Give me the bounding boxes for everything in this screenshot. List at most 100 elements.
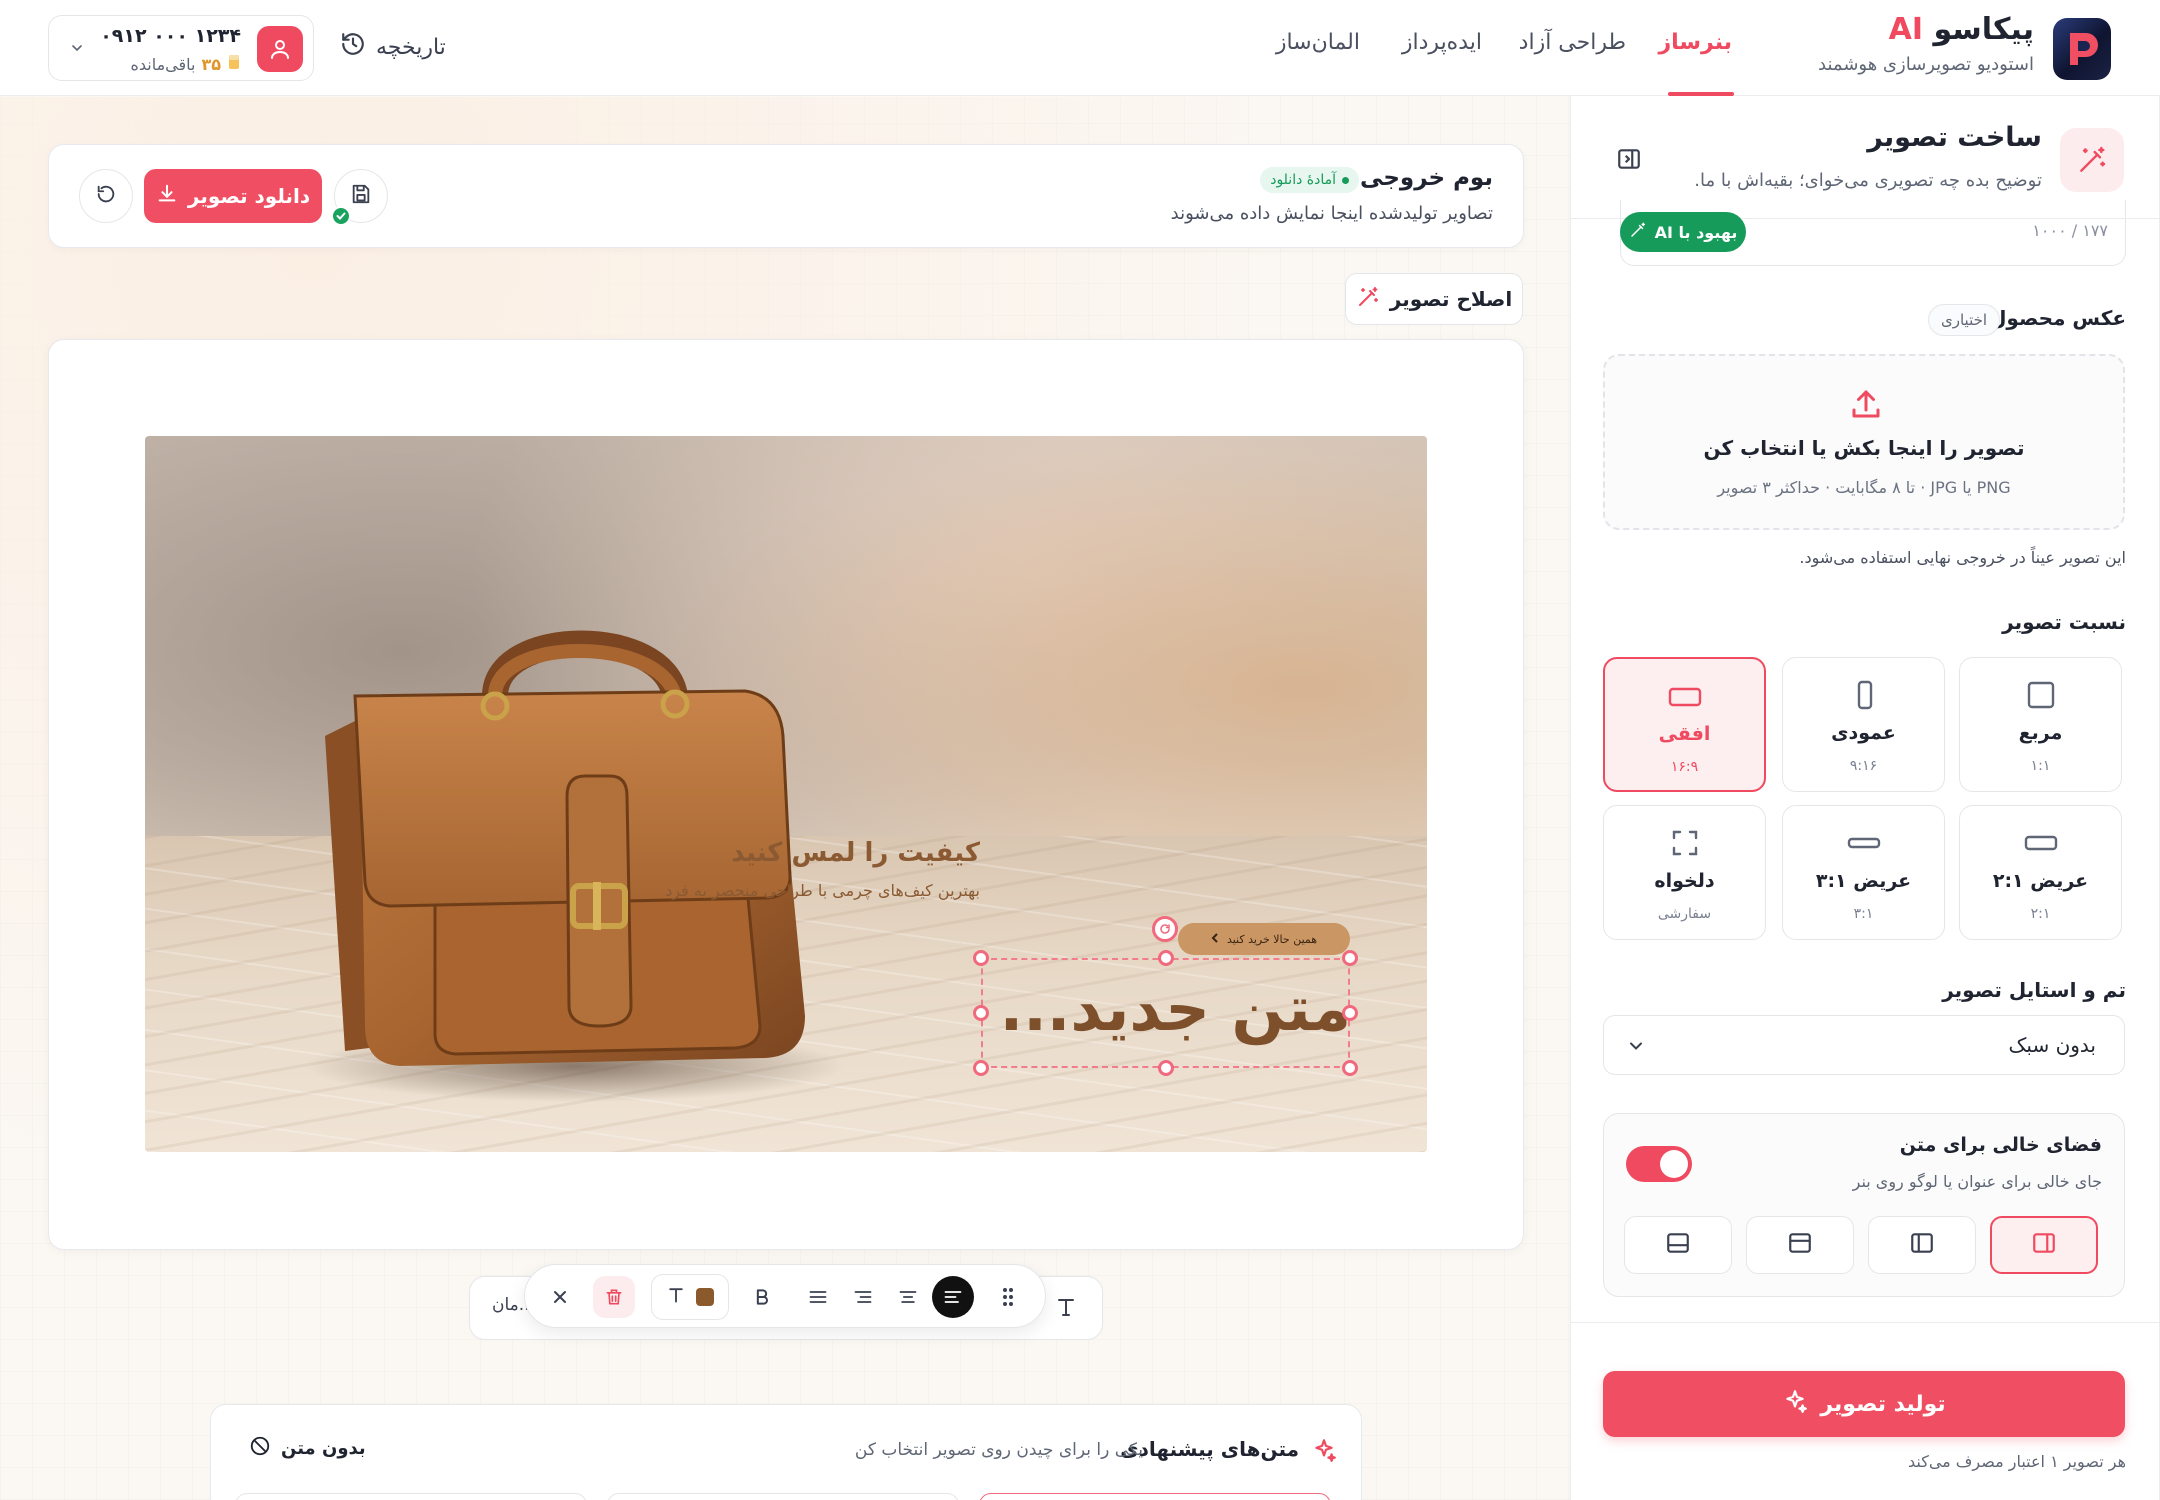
no-text-label: بدون متن — [281, 1438, 366, 1459]
product-photo-dropzone[interactable]: تصویر را اینجا بکش یا انتخاب کن PNG یا J… — [1603, 354, 2125, 530]
history-button[interactable]: تاریخچه — [340, 28, 446, 66]
edit-image-button[interactable]: اصلاح تصویر — [1345, 273, 1523, 325]
ai-improve-button[interactable]: بهبود با AI — [1620, 212, 1746, 252]
ratio-wide-3-1[interactable]: عریض ۳:۱ ۳:۱ — [1782, 805, 1945, 940]
banner-subtext[interactable]: بهترین کیف‌های چرمی با طراحی منحصر به فر… — [665, 881, 980, 900]
resize-handle-bottom[interactable] — [1158, 1060, 1174, 1076]
magic-wand-icon — [1629, 221, 1647, 243]
align-left-icon[interactable] — [932, 1276, 974, 1318]
style-select[interactable]: بدون سبک — [1603, 1015, 2125, 1075]
ratio-value: ۱:۱ — [2030, 758, 2051, 774]
suggestion-option[interactable] — [607, 1493, 959, 1500]
saved-check-icon — [331, 206, 351, 226]
canvas-subtitle: تصاویر تولیدشده اینجا نمایش داده می‌شوند — [1170, 203, 1493, 224]
tab-free-design[interactable]: طراحی آزاد — [1519, 30, 1626, 55]
text-space-toggle[interactable] — [1626, 1146, 1692, 1182]
magic-wand-icon — [2060, 128, 2124, 192]
wide-2-1-icon — [2024, 828, 2058, 862]
aspect-ratio-label: نسبت تصویر — [2002, 610, 2126, 634]
upload-icon — [1848, 386, 1884, 426]
delete-icon[interactable] — [593, 1276, 635, 1318]
layout-right-icon — [2031, 1230, 2057, 1260]
banner-headline[interactable]: کیفیت را لمس کنید — [731, 838, 980, 868]
refresh-icon — [95, 183, 117, 209]
user-avatar[interactable] — [257, 26, 303, 72]
brand-logo — [2053, 18, 2111, 80]
ratio-custom[interactable]: دلخواه سفارشی — [1603, 805, 1766, 940]
close-icon[interactable] — [539, 1276, 581, 1318]
resize-handle-left[interactable] — [973, 1005, 989, 1021]
ratio-square[interactable]: مربع ۱:۱ — [1959, 657, 2122, 792]
optional-badge: اختیاری — [1928, 304, 2001, 336]
ratio-landscape[interactable]: افقی ۱۶:۹ — [1603, 657, 1766, 792]
drag-handle-icon[interactable] — [987, 1276, 1029, 1318]
no-text-button[interactable]: بدون متن — [249, 1435, 366, 1462]
ai-improve-label: بهبود با AI — [1654, 222, 1738, 242]
resize-handle-top[interactable] — [1158, 950, 1174, 966]
sidebar-footer-divider — [1571, 1322, 2159, 1323]
save-icon — [350, 183, 372, 209]
suggestion-option[interactable] — [979, 1493, 1331, 1500]
text-icon[interactable] — [1054, 1295, 1078, 1323]
top-header — [0, 0, 2160, 96]
align-center-icon[interactable] — [887, 1276, 929, 1318]
style-select-value: بدون سبک — [2008, 1033, 2096, 1057]
space-position-right[interactable] — [1990, 1216, 2098, 1274]
portrait-icon — [1849, 680, 1879, 714]
product-photo-note: این تصویر عیناً در خروجی نهایی استفاده م… — [1799, 548, 2126, 567]
reset-button[interactable] — [79, 169, 133, 223]
ratio-wide-2-1[interactable]: عریض ۲:۱ ۲:۱ — [1959, 805, 2122, 940]
resize-handle-top-right[interactable] — [1342, 950, 1358, 966]
credits-icon — [227, 53, 241, 75]
align-right-icon[interactable] — [842, 1276, 884, 1318]
tab-element-maker[interactable]: المان‌ساز — [1276, 30, 1360, 55]
space-position-top[interactable] — [1746, 1216, 1854, 1274]
chevron-down-icon[interactable] — [69, 40, 85, 60]
leather-bag-illustration — [305, 630, 845, 1102]
download-image-button[interactable]: دانلود تصویر — [144, 169, 322, 223]
resize-handle-right[interactable] — [1342, 1005, 1358, 1021]
history-label: تاریخچه — [376, 34, 446, 60]
tab-banner-maker[interactable]: بنرساز — [1659, 30, 1733, 55]
text-color-icon — [666, 1285, 686, 1309]
space-position-left[interactable] — [1868, 1216, 1976, 1274]
suggested-texts-card: متن‌های پیشنهادی یکی را برای چیدن روی تص… — [210, 1404, 1362, 1500]
collapse-panel-icon[interactable] — [1614, 146, 1642, 174]
generate-image-button[interactable]: تولید تصویر — [1603, 1371, 2125, 1437]
ratio-name: عریض ۲:۱ — [1992, 870, 2089, 892]
brand-tagline: استودیو تصویرسازی هوشمند — [1818, 54, 2034, 75]
history-icon — [340, 31, 366, 63]
toggle-knob — [1660, 1150, 1688, 1178]
banner-cta-button[interactable]: همین حالا خرید کنید — [1178, 923, 1350, 955]
resize-handle-bottom-right[interactable] — [1342, 1060, 1358, 1076]
suggestions-subtitle: یکی را برای چیدن روی تصویر انتخاب کن — [854, 1440, 1143, 1460]
space-position-bottom[interactable] — [1624, 1216, 1732, 1274]
rotate-handle-icon[interactable] — [1152, 916, 1178, 942]
text-color-picker[interactable] — [651, 1274, 729, 1320]
ratio-name: دلخواه — [1654, 870, 1715, 892]
ratio-portrait[interactable]: عمودی ۹:۱۶ — [1782, 657, 1945, 792]
credits-label: باقی‌مانده — [130, 54, 196, 74]
resize-handle-top-left[interactable] — [973, 950, 989, 966]
ratio-name: عمودی — [1831, 722, 1896, 744]
account-widget[interactable]: ۰۹۱۲ ۰۰۰ ۱۲۳۴ ۳۵ باقی‌مانده — [48, 15, 314, 81]
canvas-title: بوم خروجی — [1360, 165, 1493, 191]
selection-box[interactable] — [981, 958, 1350, 1068]
ban-icon — [249, 1435, 271, 1462]
tab-ideation[interactable]: ایده‌پرداز — [1402, 30, 1482, 55]
credits-remaining: ۳۵ باقی‌مانده — [130, 53, 241, 75]
text-space-subtitle: جای خالی برای عنوان یا لوگو روی بنر — [1852, 1172, 2102, 1191]
ratio-name: مربع — [2018, 722, 2063, 744]
layout-bottom-icon — [1665, 1230, 1691, 1260]
download-icon — [156, 183, 178, 210]
chevron-down-icon — [1626, 1036, 1646, 1060]
generate-label: تولید تصویر — [1820, 1391, 1946, 1417]
wide-3-1-icon — [1847, 828, 1881, 862]
align-justify-icon[interactable] — [797, 1276, 839, 1318]
ratio-value: ۹:۱۶ — [1849, 758, 1878, 774]
suggestion-option[interactable] — [235, 1493, 587, 1500]
resize-handle-bottom-left[interactable] — [973, 1060, 989, 1076]
ratio-value: ۳:۱ — [1853, 906, 1874, 922]
bold-icon[interactable] — [741, 1276, 783, 1318]
ready-status-badge: آمادهٔ دانلود — [1260, 167, 1359, 193]
